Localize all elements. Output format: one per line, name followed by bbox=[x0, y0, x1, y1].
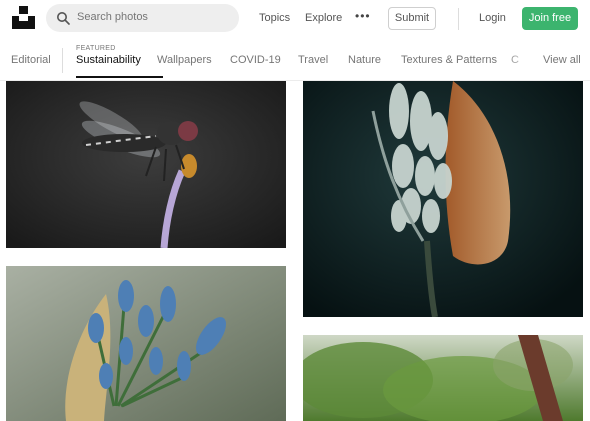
submit-photo-button[interactable]: Submit bbox=[388, 7, 436, 30]
top-header: Search photos Topics Explore ••• Submit … bbox=[0, 0, 590, 38]
photo-image bbox=[6, 266, 286, 421]
photo-image bbox=[6, 81, 286, 248]
photo-tile-agapanthus[interactable] bbox=[6, 266, 286, 421]
tab-nature[interactable]: Nature bbox=[348, 54, 381, 66]
more-menu-button[interactable]: ••• bbox=[355, 9, 371, 23]
photo-tile-greenery[interactable] bbox=[303, 335, 583, 421]
login-link[interactable]: Login bbox=[479, 12, 506, 24]
unsplash-logo-icon[interactable] bbox=[12, 6, 35, 29]
active-tab-underline bbox=[76, 76, 163, 78]
photo-tile-fly[interactable] bbox=[6, 81, 286, 248]
tab-wallpapers[interactable]: Wallpapers bbox=[157, 54, 212, 66]
photo-image bbox=[303, 81, 583, 317]
tab-covid-19[interactable]: COVID-19 bbox=[230, 54, 281, 66]
join-free-button[interactable]: Join free bbox=[522, 7, 578, 30]
photo-tile-bud-dark[interactable] bbox=[303, 81, 583, 317]
header-divider bbox=[458, 8, 459, 30]
tab-divider bbox=[62, 48, 63, 73]
search-icon bbox=[57, 12, 70, 25]
nav-topics-link[interactable]: Topics bbox=[259, 12, 290, 24]
search-input[interactable]: Search photos bbox=[46, 4, 239, 32]
tab-editorial[interactable]: Editorial bbox=[11, 54, 51, 66]
tab-scroll-fade bbox=[500, 38, 540, 80]
tab-textures-patterns[interactable]: Textures & Patterns bbox=[401, 54, 497, 66]
nav-explore-link[interactable]: Explore bbox=[305, 12, 342, 24]
photo-image bbox=[303, 335, 583, 421]
tab-travel[interactable]: Travel bbox=[298, 54, 328, 66]
topic-tab-bar: Editorial FEATURED Sustainability Wallpa… bbox=[0, 38, 590, 81]
tab-sustainability[interactable]: Sustainability bbox=[76, 54, 141, 66]
tab-view-all[interactable]: View all bbox=[543, 54, 581, 66]
featured-caption: FEATURED bbox=[76, 45, 116, 52]
search-placeholder: Search photos bbox=[77, 11, 148, 23]
